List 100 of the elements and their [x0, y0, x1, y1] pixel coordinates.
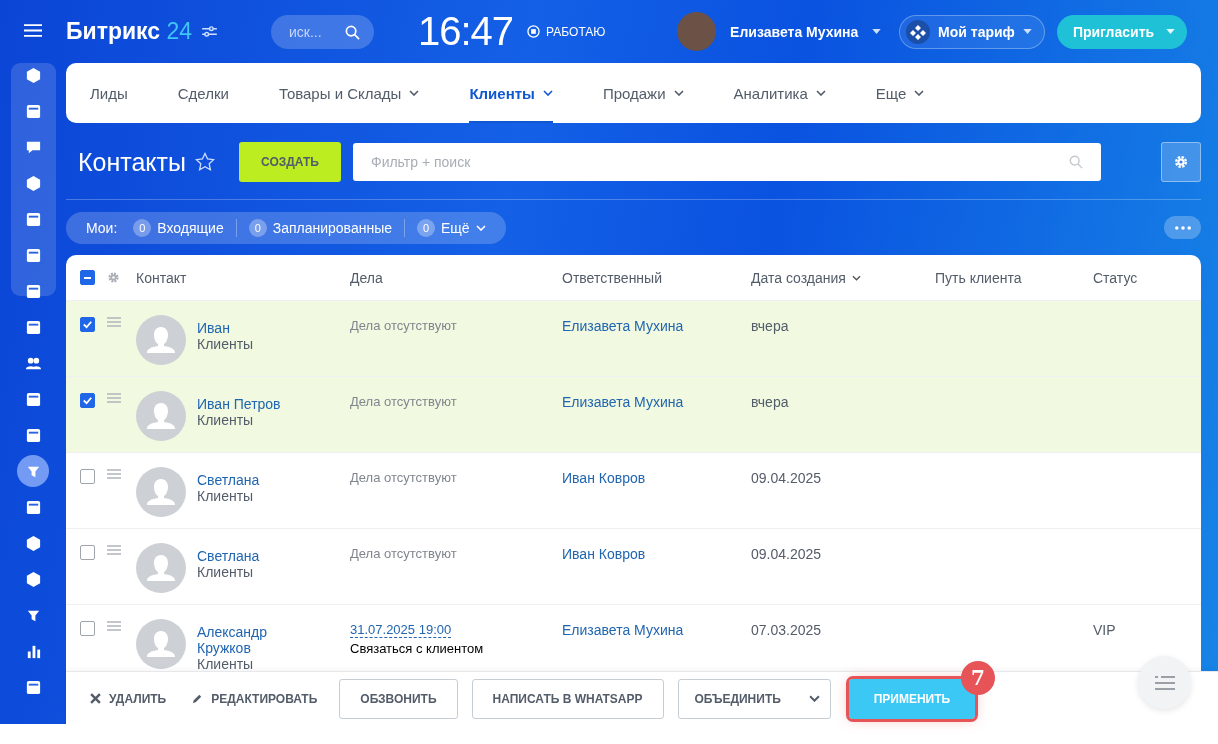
avatar-placeholder-icon: [136, 391, 186, 441]
more-button[interactable]: [1164, 216, 1201, 239]
counter-label: Мои:: [86, 219, 118, 236]
activity-text: Связаться с клиентом: [350, 641, 485, 656]
chevron-down-icon: [409, 90, 420, 96]
responsible-link[interactable]: Елизавета Мухина: [562, 318, 684, 334]
avatar-placeholder-icon: [136, 315, 186, 365]
column-header[interactable]: Путь клиента: [935, 269, 1093, 286]
select-all-checkbox[interactable]: [80, 270, 95, 285]
settings-button[interactable]: [1161, 142, 1201, 182]
card-icon: [24, 318, 42, 336]
settings-icon: [1173, 154, 1189, 170]
menu-icon[interactable]: [24, 24, 42, 37]
contact-name[interactable]: Александр Кружков: [197, 624, 317, 656]
action-button[interactable]: ОБЗВОНИТЬ: [339, 678, 458, 719]
nav-tab[interactable]: Аналитика: [733, 63, 826, 123]
activity-text: Дела отсутствуют: [350, 318, 458, 333]
create-button[interactable]: СОЗДАТЬ: [239, 142, 341, 182]
chevron-down-icon: [542, 90, 553, 96]
column-header[interactable]: Статус: [1093, 269, 1201, 286]
nav-tab[interactable]: Сделки: [177, 63, 229, 123]
plan-button[interactable]: Мой тариф: [899, 14, 1045, 49]
column-header[interactable]: Дата создания: [751, 269, 935, 286]
work-status[interactable]: РАБОТАЮ: [546, 24, 606, 39]
hexagon-icon: [24, 570, 42, 588]
responsible-link[interactable]: Елизавета Мухина: [562, 622, 684, 638]
checkmark-icon: [82, 395, 93, 406]
column-header[interactable]: Контакт: [136, 269, 350, 286]
avatar-placeholder-icon: [136, 467, 186, 517]
nav-tab[interactable]: Товары и Склады: [278, 63, 420, 123]
list-icon: [1154, 675, 1175, 690]
chevron-down-icon: [851, 274, 861, 281]
row-checkbox[interactable]: [80, 317, 95, 332]
page-title: Контакты: [78, 147, 186, 177]
column-header[interactable]: Дела: [350, 269, 562, 286]
counter-filter[interactable]: 0 Входящие: [133, 218, 224, 237]
activity-date-link[interactable]: 31.07.2025 19:00: [350, 622, 452, 638]
drag-handle-icon[interactable]: [107, 545, 121, 555]
logo-text[interactable]: Битрикс 24: [66, 18, 193, 45]
filter-search-field[interactable]: Фильтр + поиск: [353, 143, 1101, 181]
user-name[interactable]: Елизавета Мухина: [730, 23, 859, 40]
contact-type: Клиенты: [197, 336, 254, 352]
drag-handle-icon[interactable]: [107, 621, 121, 631]
more-dots-icon: [1174, 225, 1191, 230]
contact-name[interactable]: Иван Петров: [197, 396, 281, 412]
nav-tab[interactable]: Клиенты: [469, 63, 553, 123]
row-checkbox[interactable]: [80, 545, 95, 560]
created-date: вчера: [751, 318, 789, 334]
caret-icon: [1022, 29, 1032, 34]
stop-icon[interactable]: [527, 25, 541, 38]
card-icon: [24, 210, 42, 228]
close-icon: [90, 693, 101, 704]
column-header[interactable]: Ответственный: [562, 269, 751, 286]
merge-dropdown-button[interactable]: ОБЪЕДИНИТЬ: [677, 678, 831, 719]
responsible-link[interactable]: Иван Ковров: [562, 546, 646, 562]
nav-tab[interactable]: Еще: [875, 63, 925, 123]
chevron-down-icon: [475, 224, 486, 231]
sidebar-item[interactable]: [17, 455, 49, 487]
card-icon: [24, 498, 42, 516]
status-cell: VIP: [1093, 622, 1116, 638]
delete-button[interactable]: УДАЛИТЬ: [86, 691, 171, 706]
contact-name[interactable]: Светлана: [197, 548, 260, 564]
drag-handle-icon[interactable]: [107, 469, 121, 479]
contact-name[interactable]: Иван: [197, 320, 254, 336]
drag-handle-icon[interactable]: [107, 317, 121, 327]
star-icon[interactable]: [195, 152, 215, 172]
sliders-icon[interactable]: [202, 26, 218, 37]
chevron-down-icon: [808, 695, 820, 702]
nav-tab[interactable]: Лиды: [90, 63, 128, 123]
contact-name[interactable]: Светлана: [197, 472, 260, 488]
contact-type: Клиенты: [197, 488, 255, 504]
edit-button[interactable]: РЕДАКТИРОВАТЬ: [188, 691, 322, 706]
responsible-link[interactable]: Иван Ковров: [562, 470, 646, 486]
checkmark-icon: [82, 319, 93, 330]
card-icon: [24, 678, 42, 696]
drag-handle-icon[interactable]: [107, 393, 121, 403]
hexagon-icon: [24, 534, 42, 552]
created-date: 07.03.2025: [751, 622, 822, 638]
responsible-link[interactable]: Елизавета Мухина: [562, 394, 684, 410]
row-checkbox[interactable]: [80, 393, 95, 408]
action-button[interactable]: НАПИСАТЬ В WHATSAPP: [471, 678, 664, 719]
search-icon: [1069, 155, 1083, 169]
search-icon: [345, 24, 360, 40]
caret-icon[interactable]: [872, 29, 882, 34]
created-date: 09.04.2025: [751, 546, 822, 562]
card-icon: [24, 102, 42, 120]
avatar-placeholder-icon: [136, 619, 186, 669]
card-icon: [24, 246, 42, 264]
hexagon-icon: [24, 174, 42, 192]
activity-text: Дела отсутствуют: [350, 470, 458, 485]
row-checkbox[interactable]: [80, 621, 95, 636]
row-checkbox[interactable]: [80, 469, 95, 484]
hexagon-icon: [24, 66, 42, 84]
pencil-icon: [192, 693, 204, 704]
counter-filter[interactable]: 0 Запланированные: [248, 218, 392, 237]
chevron-down-icon: [914, 90, 925, 96]
activity-text: Дела отсутствуют: [350, 546, 458, 561]
nav-tab[interactable]: Продажи: [602, 63, 684, 123]
card-icon: [24, 282, 42, 300]
counter-filter[interactable]: 0 Ещё: [417, 218, 486, 237]
